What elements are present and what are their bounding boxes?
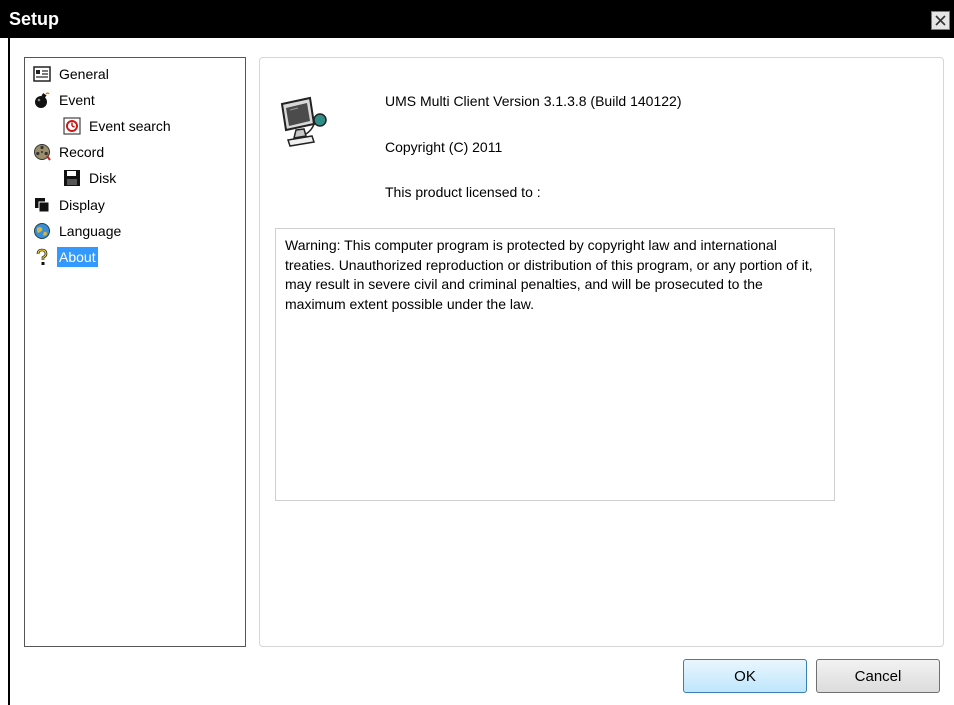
license-text: This product licensed to :: [385, 184, 541, 200]
warning-textbox[interactable]: Warning: This computer program is protec…: [275, 228, 835, 501]
warning-text: Warning: This computer program is protec…: [285, 237, 813, 312]
globe-language-icon: [34, 223, 50, 239]
tree-item-event-search[interactable]: Event search: [63, 115, 173, 137]
event-search-icon: [63, 117, 81, 135]
tree-item-about[interactable]: About: [33, 246, 98, 268]
tree-item-label: Language: [59, 223, 122, 239]
settings-tree[interactable]: General Event Event search Record Disk D…: [24, 57, 246, 647]
tree-item-label: Event search: [89, 118, 171, 134]
tree-item-display[interactable]: Display: [33, 194, 107, 216]
bomb-event-icon: [35, 92, 50, 108]
version-text: UMS Multi Client Version 3.1.3.8 (Build …: [385, 93, 682, 109]
tree-item-record[interactable]: Record: [33, 141, 106, 163]
tree-item-general[interactable]: General: [33, 63, 111, 85]
copyright-text: Copyright (C) 2011: [385, 139, 503, 155]
display-windows-icon: [35, 198, 50, 213]
tree-item-event[interactable]: Event: [33, 89, 97, 111]
cancel-button[interactable]: Cancel: [816, 659, 940, 693]
computer-icon: [280, 96, 327, 147]
tree-item-label: Record: [59, 144, 105, 160]
window-frame: [8, 38, 10, 705]
tree-item-disk[interactable]: Disk: [63, 167, 118, 189]
film-reel-record-icon: [34, 144, 51, 161]
close-icon[interactable]: [931, 11, 950, 30]
tree-item-language[interactable]: Language: [33, 220, 123, 242]
tree-item-label: General: [59, 66, 109, 82]
general-settings-icon: [33, 66, 51, 82]
title-bar: Setup: [0, 0, 954, 38]
tree-item-label: Display: [59, 197, 105, 213]
tree-item-label: Event: [59, 92, 95, 108]
question-mark-about-icon: [36, 248, 48, 265]
floppy-disk-icon: [64, 170, 80, 186]
tree-item-label: About: [57, 247, 98, 267]
window-title: Setup: [9, 9, 60, 29]
tree-item-label: Disk: [89, 170, 117, 186]
ok-button[interactable]: OK: [683, 659, 807, 693]
